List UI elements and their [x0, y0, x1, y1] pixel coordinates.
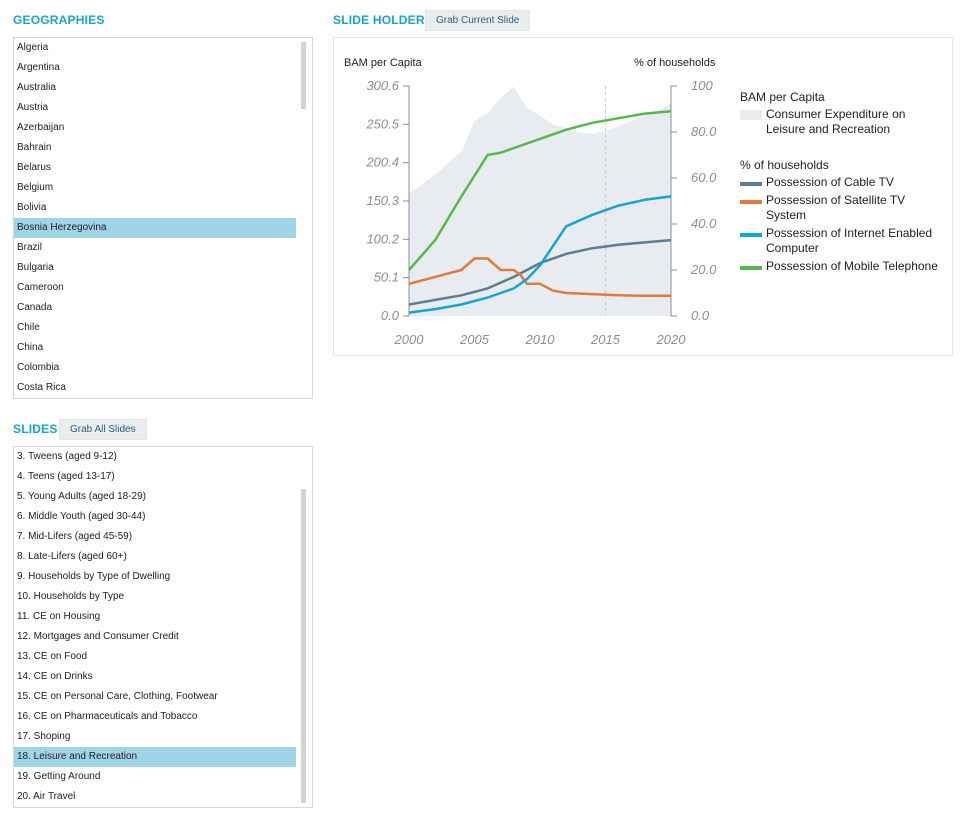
area-series-leisure-recreation	[409, 86, 671, 317]
geographies-scrollbar[interactable]	[301, 42, 306, 109]
slide-item[interactable]: 15. CE on Personal Care, Clothing, Footw…	[14, 687, 296, 707]
slides-title: SLIDES	[13, 422, 58, 436]
legend-group-bam: BAM per Capita	[740, 90, 825, 104]
legend-label-0: Possession of Cable TV	[766, 175, 894, 189]
grab-all-slides-button[interactable]: Grab All Slides	[59, 419, 147, 440]
right-tick-label: 60.0	[691, 170, 717, 185]
slide-item[interactable]: 19. Getting Around	[14, 767, 296, 787]
right-tick-label: 40.0	[691, 216, 717, 231]
slide-item[interactable]: 13. CE on Food	[14, 647, 296, 667]
slide-item[interactable]: 5. Young Adults (aged 18-29)	[14, 487, 296, 507]
slide-item[interactable]: 14. CE on Drinks	[14, 667, 296, 687]
right-tick-label: 0.0	[691, 308, 710, 323]
legend-label-3: Possession of Mobile Telephone	[766, 259, 938, 273]
slide-item[interactable]: 4. Teens (aged 13-17)	[14, 467, 296, 487]
x-tick-label: 2020	[656, 332, 687, 347]
geography-item[interactable]: China	[14, 338, 296, 358]
legend-swatch-area	[740, 110, 762, 120]
right-tick-label: 20.0	[690, 262, 717, 277]
geography-item[interactable]: Chile	[14, 318, 296, 338]
chart-panel: 0.0 50.1 100.2 150.3 200.4 250.5 300.6 0.0 20.0 4…	[333, 37, 953, 356]
right-tick-label: 100	[691, 78, 713, 93]
slide-item[interactable]: 8. Late-Lifers (aged 60+)	[14, 547, 296, 567]
slides-list[interactable]: 3. Tweens (aged 9-12) 4. Teens (aged 13-1…	[13, 446, 313, 808]
left-tick-label: 0.0	[381, 308, 400, 323]
legend-swatch-3	[740, 266, 762, 270]
legend-swatch-1	[740, 200, 762, 204]
geography-item[interactable]: Australia	[14, 78, 296, 98]
left-tick-label: 50.1	[374, 270, 399, 285]
geography-item[interactable]: Brazil	[14, 238, 296, 258]
slide-item[interactable]: 12. Mortgages and Consumer Credit	[14, 627, 296, 647]
slide-item[interactable]: 17. Shoping	[14, 727, 296, 747]
legend-label-2: Possession of Internet Enabled Computer	[766, 226, 932, 255]
legend-swatch-0	[740, 182, 762, 186]
geography-item[interactable]: Costa Rica	[14, 378, 296, 398]
left-tick-label: 150.3	[366, 193, 399, 208]
slide-item[interactable]: 10. Households by Type	[14, 587, 296, 607]
geography-item[interactable]: Bosnia Herzegovina	[14, 218, 296, 238]
slide-item[interactable]: 7. Mid-Lifers (aged 45-59)	[14, 527, 296, 547]
geography-item[interactable]: Bahrain	[14, 138, 296, 158]
x-tick-label: 2005	[459, 332, 490, 347]
left-tick-label: 200.4	[365, 155, 399, 170]
geography-item[interactable]: Bulgaria	[14, 258, 296, 278]
slide-item[interactable]: 16. CE on Pharmaceuticals and Tobacco	[14, 707, 296, 727]
legend-label-1: Possession of Satellite TV System	[766, 193, 905, 222]
geography-item[interactable]: Bolivia	[14, 198, 296, 218]
legend-group-households: % of households	[740, 158, 829, 172]
geography-item[interactable]: Belarus	[14, 158, 296, 178]
left-axis-title: BAM per Capita	[344, 57, 423, 69]
geography-item[interactable]: Canada	[14, 298, 296, 318]
right-tick-label: 80.0	[691, 124, 717, 139]
geography-item[interactable]: Colombia	[14, 358, 296, 378]
slide-item[interactable]: 20. Air Travel	[14, 787, 296, 807]
slide-item[interactable]: 6. Middle Youth (aged 30-44)	[14, 507, 296, 527]
geography-item[interactable]: Argentina	[14, 58, 296, 78]
slides-scrollbar[interactable]	[301, 489, 306, 803]
slide-item[interactable]: 11. CE on Housing	[14, 607, 296, 627]
slide-item[interactable]: 3. Tweens (aged 9-12)	[14, 447, 296, 467]
grab-current-slide-button[interactable]: Grab Current Slide	[425, 10, 531, 31]
geographies-title: GEOGRAPHIES	[13, 13, 105, 27]
geography-item[interactable]: Belgium	[14, 178, 296, 198]
chart-svg: 0.0 50.1 100.2 150.3 200.4 250.5 300.6 0.0 20.0 4…	[344, 57, 938, 347]
x-tick-label: 2010	[525, 332, 556, 347]
left-tick-label: 300.6	[366, 78, 399, 93]
x-tick-label: 2000	[394, 332, 425, 347]
geography-item[interactable]: Azerbaijan	[14, 118, 296, 138]
legend-swatch-2	[740, 233, 762, 237]
left-tick-label: 250.5	[365, 116, 399, 131]
geography-item[interactable]: Cameroon	[14, 278, 296, 298]
slide-item[interactable]: 9. Households by Type of Dwelling	[14, 567, 296, 587]
legend-label-area: Consumer Expenditure on Leisure and Recre…	[766, 107, 905, 136]
right-axis-title: % of households	[634, 57, 716, 69]
left-tick-label: 100.2	[366, 231, 399, 246]
x-tick-label: 2015	[590, 332, 621, 347]
geography-item[interactable]: Austria	[14, 98, 296, 118]
geography-item[interactable]: Algeria	[14, 38, 296, 58]
slide-item[interactable]: 18. Leisure and Recreation	[14, 747, 296, 767]
geographies-list[interactable]: Algeria Argentina Australia Austria Azerbaij…	[13, 37, 313, 399]
slide-holder-title: SLIDE HOLDER	[333, 13, 425, 27]
